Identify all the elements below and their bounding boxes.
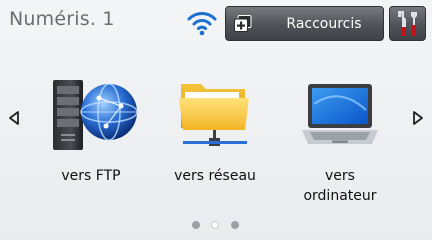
to-ftp-button[interactable]: vers FTP (31, 70, 151, 210)
chevron-left-icon[interactable] (7, 110, 21, 126)
settings-button[interactable] (389, 6, 426, 41)
plus-icon (234, 15, 252, 32)
page-title: Numéris. 1 (9, 8, 115, 30)
to-network-button[interactable]: vers réseau (155, 70, 275, 210)
tile-label: vers réseau (174, 168, 256, 184)
laptop-icon (302, 84, 378, 144)
wifi-icon (187, 12, 217, 36)
chevron-right-icon[interactable] (411, 110, 425, 126)
page-indicator (188, 221, 244, 231)
to-computer-button[interactable]: vers ordinateur (280, 70, 400, 210)
tile-label: vers ordinateur (303, 168, 377, 204)
shortcuts-label: Raccourcis (286, 16, 362, 32)
page-dot (192, 221, 200, 229)
ftp-server-icon (53, 80, 138, 150)
tile-label: vers FTP (61, 168, 121, 184)
tools-icon (398, 11, 417, 36)
page-dot (231, 221, 239, 229)
network-folder-icon (179, 84, 249, 146)
page-dot-active (211, 221, 219, 229)
shortcuts-button[interactable]: Raccourcis (225, 6, 384, 41)
